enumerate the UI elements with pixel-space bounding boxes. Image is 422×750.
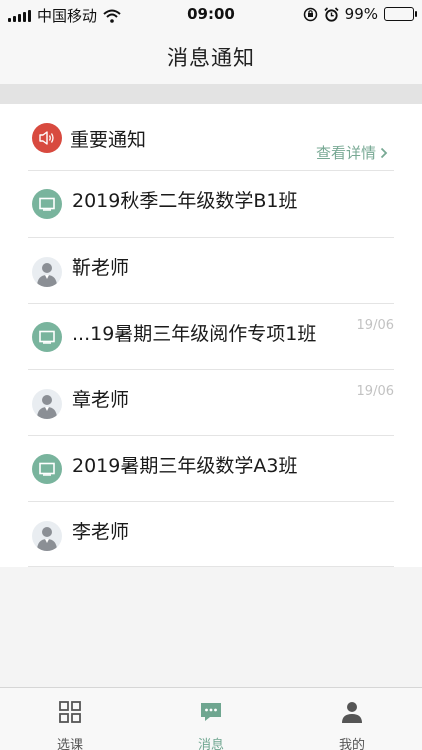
tab-bar: 选课 消息 我的 [0, 687, 422, 750]
conversation-title: 章老师 [72, 389, 130, 411]
notice-title: 重要通知 [70, 129, 147, 151]
view-details-label: 查看详情 [315, 144, 376, 162]
tab-courses[interactable]: 选课 [30, 698, 110, 750]
conversation-row[interactable]: 2019秋季二年级数学B1班 [28, 171, 394, 238]
tab-profile[interactable]: 我的 [312, 698, 392, 750]
conversation-row[interactable]: ...19暑期三年级阅作专项1班 19/06 [28, 304, 394, 370]
orientation-lock-icon [303, 7, 317, 21]
avatar [32, 521, 62, 551]
page-title: 消息通知 [167, 46, 255, 70]
status-bar: 中国移动 09:00 99% [0, 0, 422, 28]
battery-icon [384, 7, 417, 21]
view-details-link[interactable]: 查看详情 [316, 142, 388, 163]
conversation-row[interactable]: 章老师 19/06 [28, 370, 394, 436]
battery-percent: 99% [344, 5, 378, 23]
tab-messages[interactable]: 消息 [171, 698, 251, 750]
message-list: 重要通知 查看详情 2019秋季二年级数学B1班 靳老师 ...19暑期三年级阅… [0, 104, 422, 567]
conversation-date: 19/06 [356, 384, 394, 399]
important-notice-row[interactable]: 重要通知 查看详情 [28, 104, 394, 171]
tab-label: 选课 [56, 738, 83, 750]
status-right: 99% [303, 5, 417, 23]
class-icon [32, 322, 62, 352]
conversation-row[interactable]: 李老师 [28, 502, 394, 567]
conversation-row[interactable]: 2019暑期三年级数学A3班 [28, 436, 394, 502]
alarm-icon [324, 6, 339, 22]
avatar [32, 257, 62, 287]
nav-bar: 消息通知 [0, 28, 422, 84]
conversation-title: ...19暑期三年级阅作专项1班 [72, 323, 317, 345]
conversation-title: 2019秋季二年级数学B1班 [72, 190, 298, 212]
conversation-title: 2019暑期三年级数学A3班 [72, 455, 298, 477]
section-divider [0, 84, 422, 104]
conversation-row[interactable]: 靳老师 [28, 238, 394, 304]
class-icon [32, 189, 62, 219]
person-icon [312, 698, 392, 726]
conversation-title: 李老师 [72, 521, 130, 543]
conversation-date: 19/06 [356, 318, 394, 333]
avatar [32, 389, 62, 419]
speaker-icon [32, 123, 62, 153]
class-icon [32, 454, 62, 484]
chevron-right-icon [380, 147, 388, 158]
conversation-title: 靳老师 [72, 257, 130, 279]
tab-label: 我的 [338, 738, 365, 750]
tab-label: 消息 [197, 738, 224, 750]
message-icon [171, 698, 251, 726]
grid-icon [30, 698, 110, 726]
